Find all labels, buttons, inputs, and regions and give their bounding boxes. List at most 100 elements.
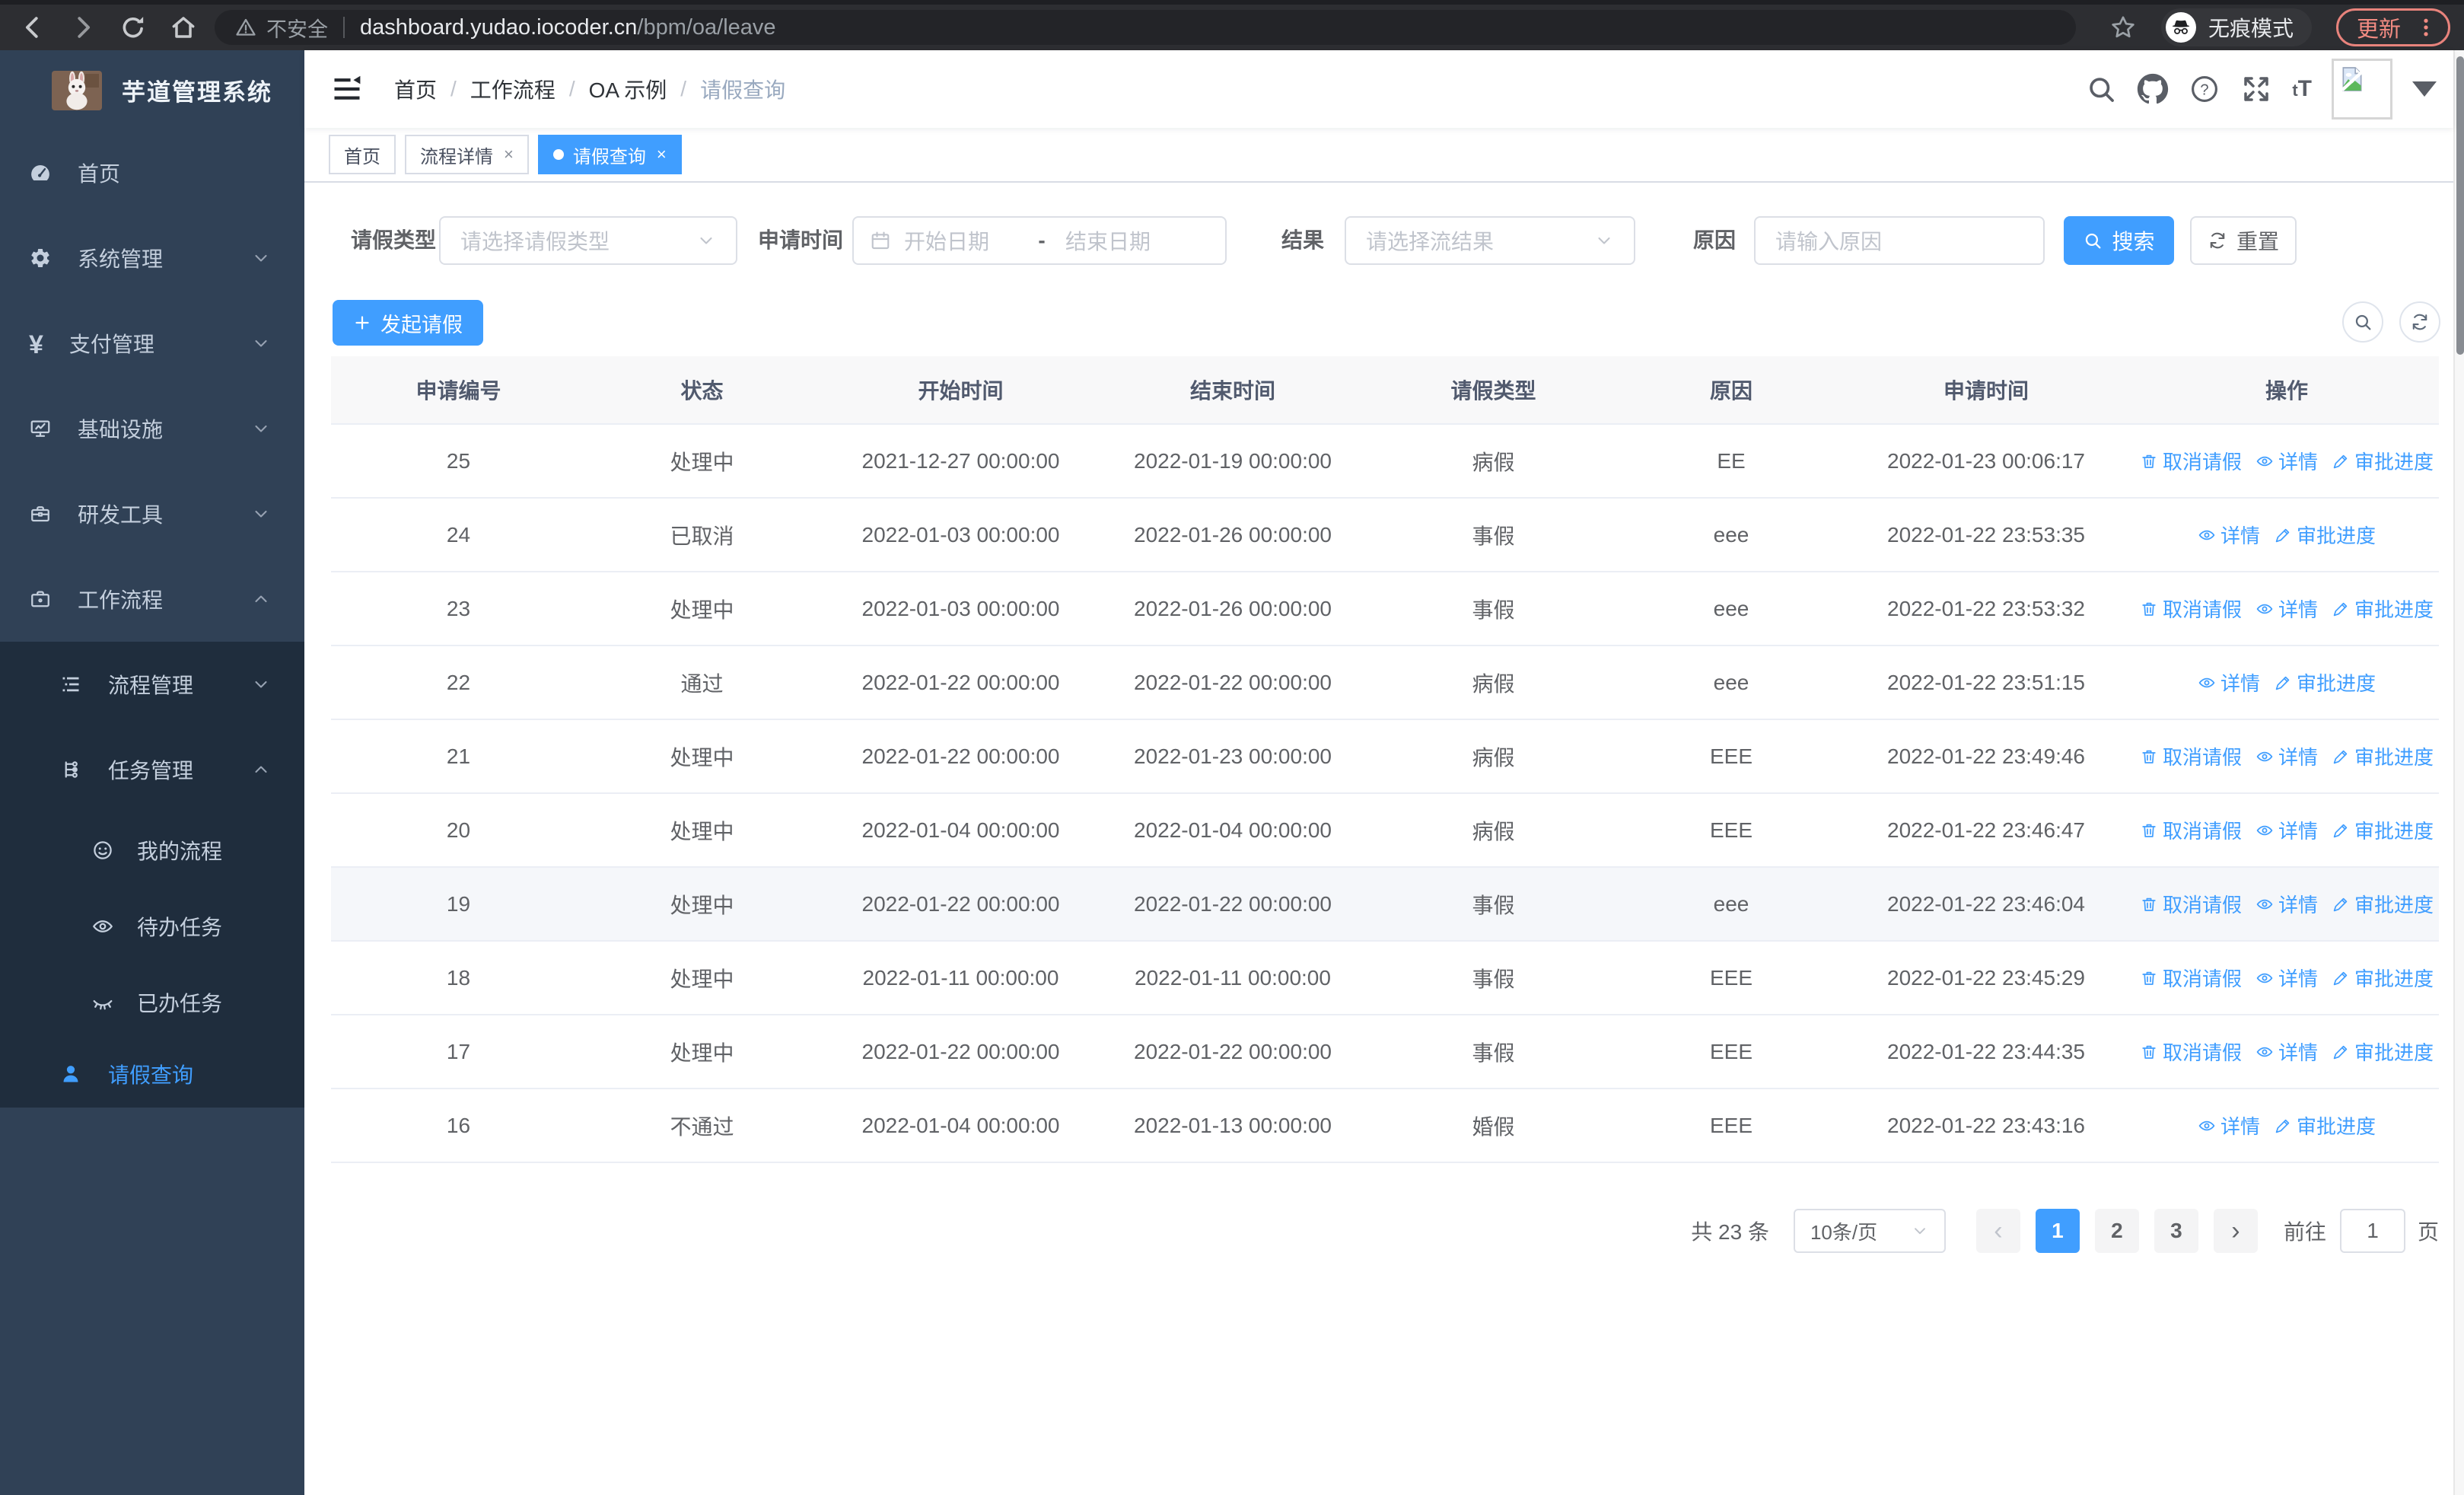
yen-icon: ¥	[29, 330, 43, 359]
detail-link[interactable]: 详情	[2255, 890, 2318, 918]
table-row: 22 通过 2022-01-22 00:00:00 2022-01-22 00:00:…	[331, 646, 2439, 720]
refresh-table-button[interactable]	[2399, 301, 2440, 343]
tab-label: 首页	[344, 146, 380, 167]
github-icon[interactable]	[2137, 73, 2169, 105]
sidebar-item-done-tasks[interactable]: 已办任务	[0, 964, 304, 1041]
breadcrumb-item[interactable]: OA 示例	[589, 74, 667, 104]
sidebar-item-system[interactable]: 系统管理	[0, 215, 304, 301]
result-select[interactable]: 请选择流结果	[1345, 216, 1635, 265]
cancel-leave-link[interactable]: 取消请假	[2140, 964, 2242, 992]
app-logo-row[interactable]: 芋道管理系统	[0, 50, 304, 130]
help-icon[interactable]: ?	[2189, 73, 2220, 105]
sidebar-item-devtools[interactable]: 研发工具	[0, 471, 304, 556]
sidebar-item-leave-query[interactable]: 请假查询	[0, 1041, 304, 1108]
create-leave-label: 发起请假	[380, 313, 463, 336]
page-button-3[interactable]: 3	[2154, 1209, 2198, 1253]
detail-link[interactable]: 详情	[2255, 964, 2318, 992]
table-row: 25 处理中 2021-12-27 00:00:00 2022-01-19 00:00…	[331, 425, 2439, 499]
reason-input[interactable]: 请输入原因	[1754, 216, 2045, 265]
page-button-1[interactable]: 1	[2035, 1209, 2080, 1253]
approval-progress-link[interactable]: 审批进度	[2332, 742, 2434, 770]
detail-link[interactable]: 详情	[2198, 1111, 2260, 1140]
sidebar-item-todo-tasks[interactable]: 待办任务	[0, 888, 304, 964]
search-button[interactable]: 搜索	[2064, 216, 2174, 265]
chevron-down-icon	[1594, 231, 1614, 250]
browser-forward-icon[interactable]	[68, 13, 97, 42]
sidebar-item-my-process[interactable]: 我的流程	[0, 812, 304, 888]
prev-page-button[interactable]: ‹	[1975, 1209, 2020, 1253]
browser-home-icon[interactable]	[169, 13, 198, 42]
approval-progress-link[interactable]: 审批进度	[2332, 594, 2434, 623]
tab-process-detail[interactable]: 流程详情 ×	[405, 135, 529, 174]
next-page-button[interactable]: ›	[2213, 1209, 2258, 1253]
column-header: 请假类型	[1450, 379, 1536, 403]
fullscreen-icon[interactable]	[2240, 73, 2272, 105]
detail-link[interactable]: 详情	[2198, 521, 2260, 549]
detail-link[interactable]: 详情	[2255, 447, 2318, 475]
scrollbar-thumb[interactable]	[2456, 56, 2464, 355]
header-search-icon[interactable]	[2085, 73, 2117, 105]
leave-type-select[interactable]: 请选择请假类型	[439, 216, 737, 265]
page-size-select[interactable]: 10条/页	[1793, 1209, 1946, 1253]
toggle-search-button[interactable]	[2342, 301, 2383, 343]
user-menu-caret-icon[interactable]	[2412, 81, 2437, 97]
table-row: 23 处理中 2022-01-03 00:00:00 2022-01-26 00:00…	[331, 572, 2439, 646]
detail-link[interactable]: 详情	[2255, 816, 2318, 844]
page-button-2[interactable]: 2	[2094, 1209, 2139, 1253]
sidebar-item-workflow[interactable]: 工作流程	[0, 556, 304, 642]
sidebar-item-task-mgmt[interactable]: 任务管理	[0, 727, 304, 812]
search-button-label: 搜索	[2112, 230, 2155, 253]
apply-time-range-picker[interactable]: 开始日期 - 结束日期	[852, 216, 1227, 265]
browser-update-button[interactable]: 更新	[2335, 8, 2450, 46]
approval-progress-link[interactable]: 审批进度	[2274, 668, 2376, 696]
close-icon[interactable]: ×	[504, 145, 514, 164]
browser-reload-icon[interactable]	[119, 13, 148, 42]
breadcrumb-item[interactable]: 工作流程	[470, 74, 556, 104]
bookmark-star-icon[interactable]	[2109, 14, 2137, 41]
hamburger-icon[interactable]	[330, 72, 364, 106]
approval-progress-link[interactable]: 审批进度	[2332, 964, 2434, 992]
detail-link[interactable]: 详情	[2255, 1038, 2318, 1066]
cancel-leave-link[interactable]: 取消请假	[2140, 742, 2242, 770]
detail-link[interactable]: 详情	[2198, 668, 2260, 696]
cell-end-time: 2022-01-22 00:00:00	[1134, 891, 1332, 916]
reset-button[interactable]: 重置	[2190, 216, 2297, 265]
address-bar[interactable]: 不安全 dashboard.yudao.iocoder.cn /bpm/oa/l…	[215, 10, 2076, 45]
approval-progress-link[interactable]: 审批进度	[2332, 447, 2434, 475]
approval-progress-link[interactable]: 审批进度	[2274, 521, 2376, 549]
approval-progress-link[interactable]: 审批进度	[2274, 1111, 2376, 1140]
approval-progress-link[interactable]: 审批进度	[2332, 890, 2434, 918]
cell-actions: 详情 审批进度	[2135, 521, 2439, 549]
close-icon[interactable]: ×	[657, 145, 667, 164]
cancel-leave-link[interactable]: 取消请假	[2140, 816, 2242, 844]
browser-back-icon[interactable]	[18, 13, 47, 42]
cancel-leave-link[interactable]: 取消请假	[2140, 447, 2242, 475]
goto-label: 前往	[2283, 1220, 2326, 1244]
cancel-leave-link[interactable]: 取消请假	[2140, 890, 2242, 918]
sidebar-item-payment[interactable]: ¥ 支付管理	[0, 301, 304, 386]
sidebar-item-home[interactable]: 首页	[0, 130, 304, 215]
cancel-leave-link[interactable]: 取消请假	[2140, 594, 2242, 623]
approval-progress-link[interactable]: 审批进度	[2332, 816, 2434, 844]
eye-icon	[2198, 674, 2216, 692]
cell-leave-type: 病假	[1472, 450, 1515, 474]
avatar[interactable]	[2332, 59, 2392, 120]
breadcrumb-item[interactable]: 首页	[394, 74, 437, 104]
create-leave-button[interactable]: 发起请假	[333, 300, 483, 346]
sidebar-item-infra[interactable]: 基础设施	[0, 386, 304, 471]
sidebar-item-process-mgmt[interactable]: 流程管理	[0, 642, 304, 727]
active-tab-dot	[552, 149, 564, 160]
sidebar-item-label: 支付管理	[68, 333, 154, 356]
tab-leave-query[interactable]: 请假查询 ×	[537, 135, 682, 174]
goto-page-input[interactable]	[2339, 1209, 2405, 1253]
chevron-up-icon	[251, 589, 271, 609]
action-label: 详情	[2278, 894, 2318, 916]
cancel-leave-link[interactable]: 取消请假	[2140, 1038, 2242, 1066]
more-vert-icon[interactable]	[2415, 16, 2437, 39]
detail-link[interactable]: 详情	[2255, 742, 2318, 770]
approval-progress-link[interactable]: 审批进度	[2332, 1038, 2434, 1066]
tab-home[interactable]: 首页	[329, 135, 396, 174]
toolbox-icon	[29, 502, 52, 525]
font-size-icon[interactable]: tT	[2292, 76, 2312, 102]
detail-link[interactable]: 详情	[2255, 594, 2318, 623]
